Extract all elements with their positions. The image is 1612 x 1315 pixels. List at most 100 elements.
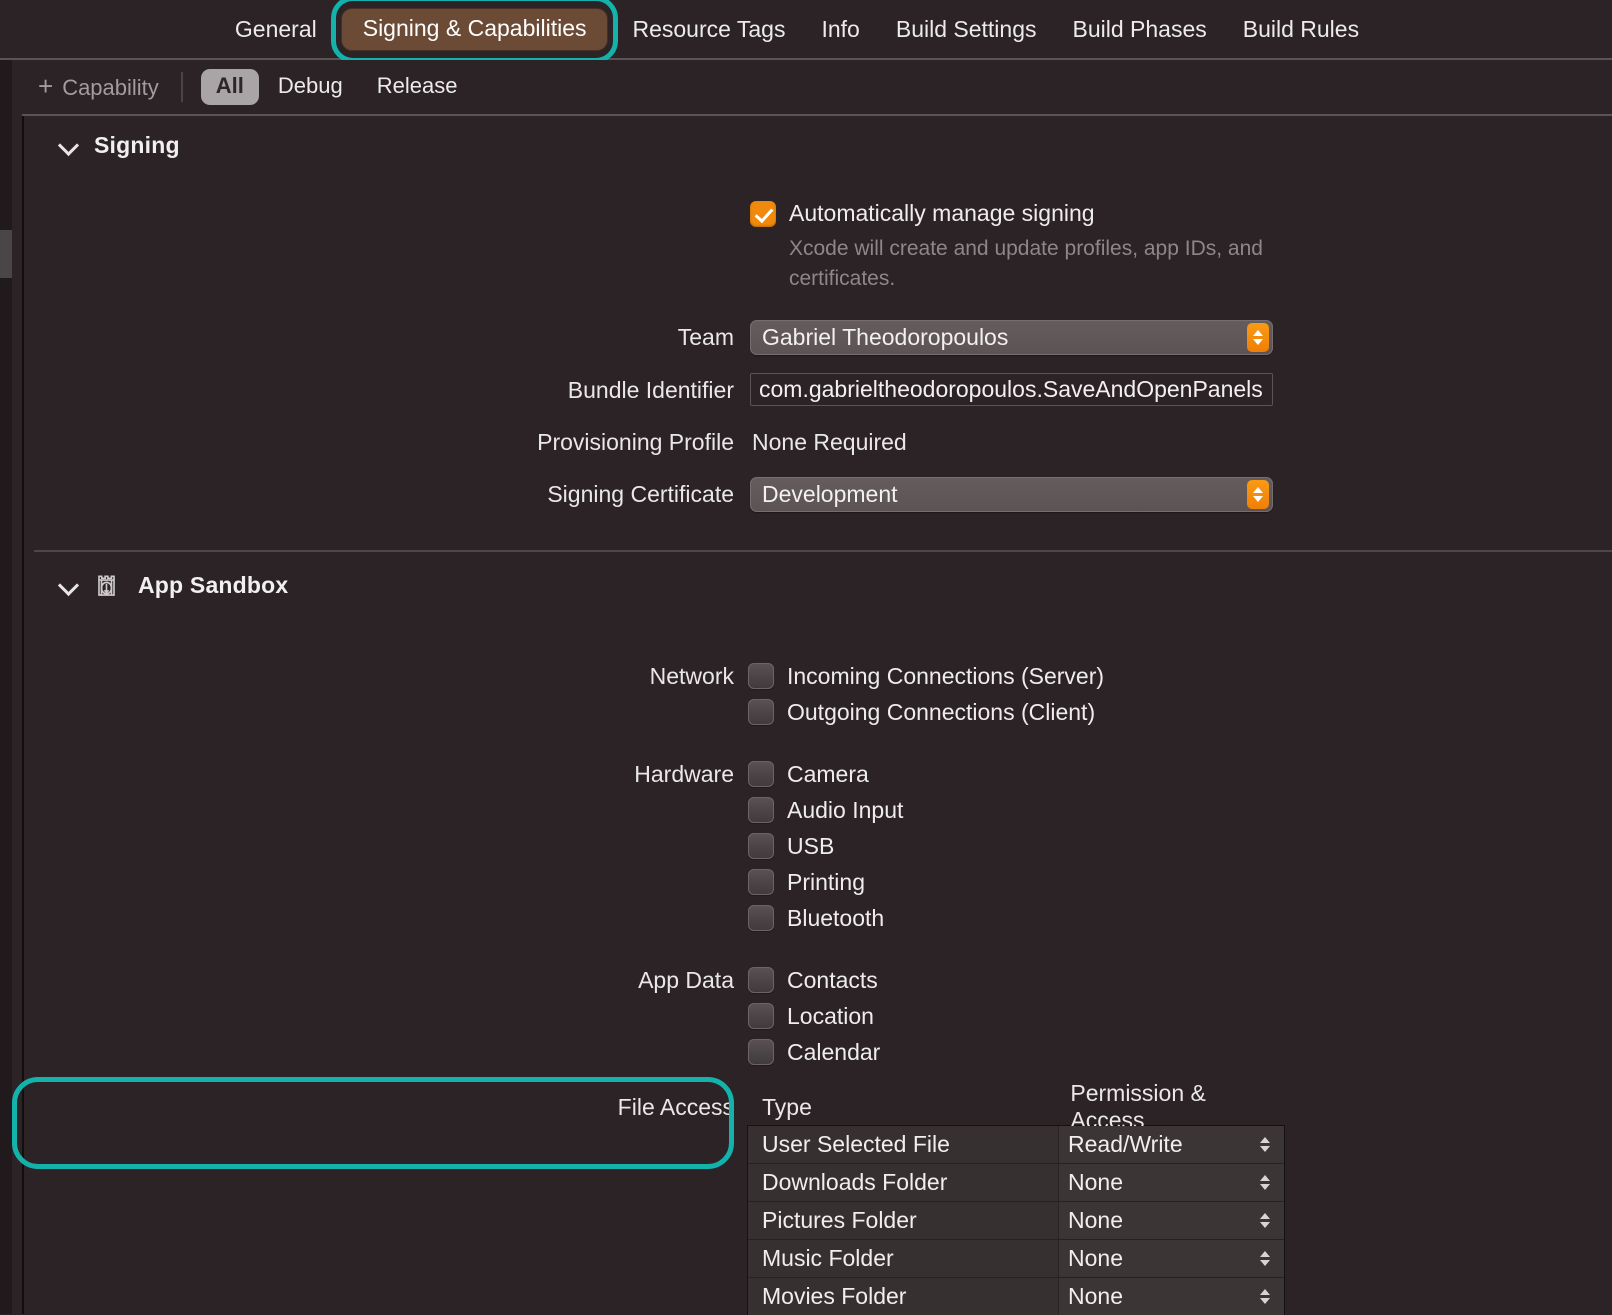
tab-resource-tags[interactable]: Resource Tags (614, 17, 803, 41)
tab-build-settings[interactable]: Build Settings (878, 17, 1055, 41)
checkbox-unchecked-icon[interactable] (748, 905, 774, 931)
toolbar-separator (180, 72, 183, 102)
signing-certificate-label: Signing Certificate (547, 481, 734, 507)
checkbox-row-incoming-connections[interactable]: Incoming Connections (Server) (748, 658, 1104, 694)
team-label: Team (677, 324, 734, 350)
file-access-type: Pictures Folder (762, 1207, 917, 1233)
permission-popup-button[interactable]: None (1058, 1240, 1284, 1277)
table-row[interactable]: Pictures Folder None (748, 1202, 1284, 1240)
table-row[interactable]: Music Folder None (748, 1240, 1284, 1278)
tab-general[interactable]: General (235, 17, 335, 41)
permission-value: Read/Write (1068, 1131, 1183, 1157)
sandbox-castle-icon (94, 570, 124, 600)
checkbox-unchecked-icon[interactable] (748, 833, 774, 859)
permission-popup-button[interactable]: None (1058, 1278, 1284, 1315)
team-popup-button[interactable]: Gabriel Theodoropoulos (750, 320, 1273, 355)
checkbox-row-contacts[interactable]: Contacts (748, 962, 880, 998)
file-access-label: File Access (617, 1094, 734, 1120)
chevron-down-icon (1260, 1298, 1270, 1304)
segment-release[interactable]: Release (362, 69, 473, 105)
checkbox-row-camera[interactable]: Camera (748, 756, 903, 792)
tab-info[interactable]: Info (803, 17, 877, 41)
chevron-up-icon (1260, 1137, 1270, 1143)
checkbox-unchecked-icon[interactable] (748, 1003, 774, 1029)
checkbox-unchecked-icon[interactable] (748, 797, 774, 823)
tab-build-phases[interactable]: Build Phases (1055, 17, 1225, 41)
bundle-identifier-row: Bundle Identifier com.gabrieltheodoropou… (24, 373, 1612, 407)
permission-popup-button[interactable]: None (1058, 1202, 1284, 1239)
stepper-icon[interactable] (1260, 1213, 1270, 1228)
chevron-down-icon (1260, 1260, 1270, 1266)
auto-manage-signing-checkbox-row[interactable]: Automatically manage signing Xcode will … (750, 196, 1309, 294)
file-access-table-header: Type Permission & Access (748, 1080, 1284, 1133)
network-group-label: Network (649, 663, 734, 689)
segment-debug[interactable]: Debug (263, 69, 358, 105)
checkbox-unchecked-icon[interactable] (748, 1039, 774, 1065)
tab-build-rules[interactable]: Build Rules (1225, 17, 1377, 41)
file-access-type: Music Folder (762, 1245, 894, 1271)
checkbox-label: Calendar (787, 1038, 881, 1065)
checkbox-unchecked-icon[interactable] (748, 869, 774, 895)
app-data-group-label: App Data (638, 967, 734, 993)
table-row[interactable]: Movies Folder None (748, 1278, 1284, 1315)
bundle-identifier-input[interactable]: com.gabrieltheodoropoulos.SaveAndOpenPan… (750, 373, 1273, 406)
checkbox-checked-icon[interactable] (750, 201, 776, 227)
chevron-up-icon (1260, 1251, 1270, 1257)
provisioning-profile-value: None Required (752, 429, 907, 455)
checkbox-unchecked-icon[interactable] (748, 663, 774, 689)
stepper-icon[interactable] (1260, 1289, 1270, 1304)
capability-toolbar: + Capability All Debug Release (22, 60, 1612, 116)
column-header-type: Type (762, 1093, 812, 1120)
sandbox-group-network: Network Incoming Connections (Server) Ou… (24, 658, 1612, 730)
checkbox-label: Audio Input (787, 796, 904, 823)
add-capability-button[interactable]: + Capability (38, 73, 159, 101)
chevron-up-icon (1253, 487, 1263, 493)
signing-section-header[interactable]: Signing (24, 116, 1612, 174)
segment-all[interactable]: All (200, 69, 259, 105)
checkbox-label: Printing (787, 868, 865, 895)
chevron-down-icon[interactable] (58, 134, 80, 156)
team-stepper-icon[interactable] (1247, 323, 1269, 352)
tab-signing-and-capabilities[interactable]: Signing & Capabilities (330, 0, 619, 63)
permission-value: None (1068, 1207, 1123, 1233)
checkbox-unchecked-icon[interactable] (748, 761, 774, 787)
signing-certificate-stepper-icon[interactable] (1247, 480, 1269, 509)
app-sandbox-section-header[interactable]: App Sandbox (24, 556, 1612, 614)
chevron-down-icon[interactable] (58, 574, 80, 596)
file-access-type: User Selected File (762, 1131, 950, 1157)
chevron-down-icon (1260, 1184, 1270, 1190)
bundle-identifier-value: com.gabrieltheodoropoulos.SaveAndOpenPan… (759, 376, 1263, 402)
section-divider (34, 550, 1612, 552)
signing-certificate-popup-button[interactable]: Development (750, 477, 1273, 512)
stepper-icon[interactable] (1260, 1137, 1270, 1152)
chevron-down-icon (1253, 339, 1263, 345)
checkbox-row-audio-input[interactable]: Audio Input (748, 792, 903, 828)
table-row[interactable]: Downloads Folder None (748, 1164, 1284, 1202)
app-sandbox-section-title: App Sandbox (138, 571, 289, 598)
checkbox-row-calendar[interactable]: Calendar (748, 1034, 880, 1070)
chevron-up-icon (1260, 1289, 1270, 1295)
checkbox-row-printing[interactable]: Printing (748, 864, 903, 900)
checkbox-label: Camera (787, 760, 869, 787)
permission-popup-button[interactable]: None (1058, 1164, 1284, 1201)
chevron-up-icon (1253, 330, 1263, 336)
checkbox-label: Location (787, 1002, 874, 1029)
provisioning-profile-row: Provisioning Profile None Required (24, 425, 1612, 459)
file-access-type: Downloads Folder (762, 1169, 948, 1195)
file-access-section: File Access Type Permission & Access Use… (12, 1077, 1612, 1315)
stepper-icon[interactable] (1260, 1251, 1270, 1266)
checkbox-unchecked-icon[interactable] (748, 699, 774, 725)
checkbox-row-bluetooth[interactable]: Bluetooth (748, 900, 903, 936)
checkbox-row-usb[interactable]: USB (748, 828, 903, 864)
checkbox-unchecked-icon[interactable] (748, 967, 774, 993)
checkbox-label: Incoming Connections (Server) (787, 662, 1105, 689)
auto-manage-signing-description: Xcode will create and update profiles, a… (789, 237, 1263, 290)
permission-popup-button[interactable]: Read/Write (1058, 1126, 1284, 1163)
checkbox-row-location[interactable]: Location (748, 998, 880, 1034)
checkbox-row-outgoing-connections[interactable]: Outgoing Connections (Client) (748, 694, 1104, 730)
signing-certificate-value: Development (762, 481, 898, 507)
stepper-icon[interactable] (1260, 1175, 1270, 1190)
vertical-scrollbar-thumb[interactable] (0, 230, 12, 278)
table-row[interactable]: User Selected File Read/Write (748, 1126, 1284, 1164)
file-access-table: Type Permission & Access User Selected F… (748, 1080, 1284, 1315)
